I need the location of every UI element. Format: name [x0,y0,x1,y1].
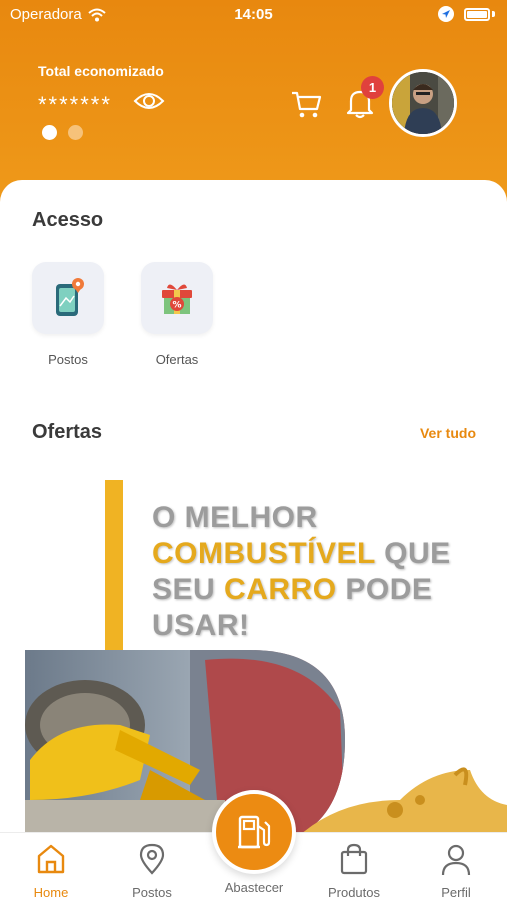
nav-label-home: Home [33,885,69,900]
offer-banner[interactable]: O MELHOR COMBUSTÍVEL QUE SEU CARRO PODE … [0,470,507,832]
banner-line-2-rest: QUE [375,537,451,570]
toggle-visibility-button[interactable] [133,88,165,114]
svg-text:%: % [172,301,181,311]
shopping-bag-icon [340,843,368,875]
banner-highlight-car: CARRO [224,573,337,606]
map-pin-phone-icon [56,278,84,316]
total-saved-value: ******* [38,92,112,117]
banner-line-1: O MELHOR [152,501,318,534]
user-icon [441,844,471,876]
avatar[interactable] [389,69,457,137]
refuel-button[interactable] [212,790,296,874]
location-arrow-icon [438,6,454,22]
nav-label-postos: Postos [132,885,172,900]
access-item-label: Ofertas [155,352,199,367]
status-time: 14:05 [234,6,273,23]
nav-item-postos[interactable]: Postos [107,833,197,900]
access-section-title: Acesso [32,209,104,231]
banner-highlight-fuel: COMBUSTÍVEL [152,537,376,570]
fuel-pump-icon [238,815,271,849]
map-pin-icon [139,843,165,875]
total-saved-label: Total economizado [38,63,164,79]
notification-badge: 1 [361,76,384,99]
access-item-ofertas[interactable]: % Ofertas [141,262,213,367]
gift-percent-icon: % [162,284,192,314]
cart-icon [292,91,322,118]
cart-button[interactable] [290,88,322,120]
nav-item-produtos[interactable]: Produtos [309,833,399,900]
offers-section-title: Ofertas [32,421,103,443]
access-tile[interactable] [32,262,104,334]
nav-item-perfil[interactable]: Perfil [411,833,501,900]
eye-icon [133,93,165,109]
header: Operadora 14:05 Total economizado ******… [0,0,507,210]
nav-label-produtos: Produtos [327,885,381,900]
banner-headline: O MELHOR COMBUSTÍVEL QUE SEU CARRO PODE … [152,500,451,644]
carousel-dot-2[interactable] [68,125,83,140]
status-right [438,6,495,22]
battery-icon [464,7,490,21]
banner-line-4: USAR! [152,609,250,642]
nav-item-home[interactable]: Home [6,833,96,900]
home-icon [37,844,65,874]
see-all-link[interactable]: Ver tudo [420,425,476,441]
banner-accent-bar [105,480,123,660]
access-item-postos[interactable]: Postos [32,262,104,367]
user-photo [392,72,454,134]
nav-label-abastecer[interactable]: Abastecer [209,880,299,895]
carousel-indicator [42,125,83,140]
carousel-dot-1[interactable] [42,125,57,140]
access-item-label: Postos [48,352,88,367]
banner-line-3-rest: PODE [336,573,433,606]
status-bar: Operadora 14:05 [0,0,507,28]
nav-label-perfil: Perfil [441,885,471,900]
access-tile[interactable]: % [141,262,213,334]
battery-tip [492,11,495,17]
banner-line-3-start: SEU [152,573,225,606]
